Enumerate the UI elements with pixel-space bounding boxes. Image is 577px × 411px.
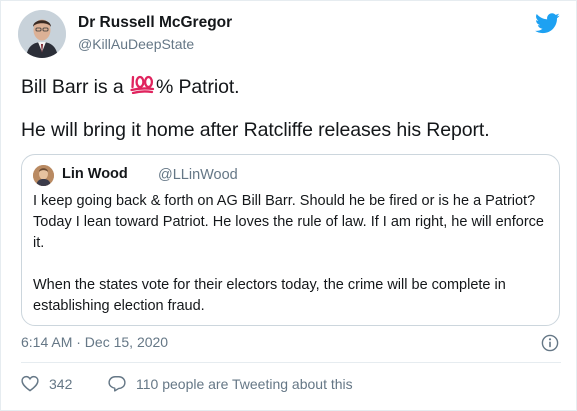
like-button[interactable]: 342 [21, 375, 72, 392]
reply-text: 110 people are Tweeting about this [136, 375, 353, 392]
quoted-author-name: Lin Wood [62, 166, 128, 182]
tweet-text-line-2: He will bring it home after Ratcliffe re… [21, 119, 490, 141]
author-handle[interactable]: @KillAuDeepState [78, 36, 194, 52]
quoted-paragraph-1: I keep going back & forth on AG Bill Bar… [33, 193, 544, 251]
tweet-card: Dr Russell McGregor @KillAuDeepState Bil… [0, 0, 577, 411]
author-avatar[interactable] [18, 10, 66, 58]
info-icon[interactable] [541, 334, 559, 352]
quoted-author-avatar [33, 165, 54, 186]
reply-conversation-button[interactable]: 110 people are Tweeting about this [108, 375, 353, 392]
hundred-points-emoji [130, 74, 155, 100]
twitter-bird-icon[interactable] [535, 13, 560, 34]
divider [21, 362, 561, 363]
quoted-paragraph-2: When the states vote for their electors … [33, 277, 506, 314]
tweet-text-suffix: % Patriot. [155, 76, 240, 98]
tweet-text-line-1: Bill Barr is a % Patriot. [21, 74, 240, 100]
quoted-tweet[interactable]: Lin Wood @LLinWood I keep going back & f… [21, 154, 560, 326]
heart-icon [21, 375, 39, 392]
tweet-text-prefix: Bill Barr is a [21, 76, 129, 98]
tweet-timestamp[interactable]: 6:14 AM · Dec 15, 2020 [21, 334, 168, 350]
author-name[interactable]: Dr Russell McGregor [78, 14, 232, 32]
quoted-tweet-body: I keep going back & forth on AG Bill Bar… [33, 191, 553, 317]
quoted-author-handle: @LLinWood [158, 167, 238, 183]
like-count: 342 [49, 375, 73, 392]
speech-bubble-icon [108, 376, 126, 392]
